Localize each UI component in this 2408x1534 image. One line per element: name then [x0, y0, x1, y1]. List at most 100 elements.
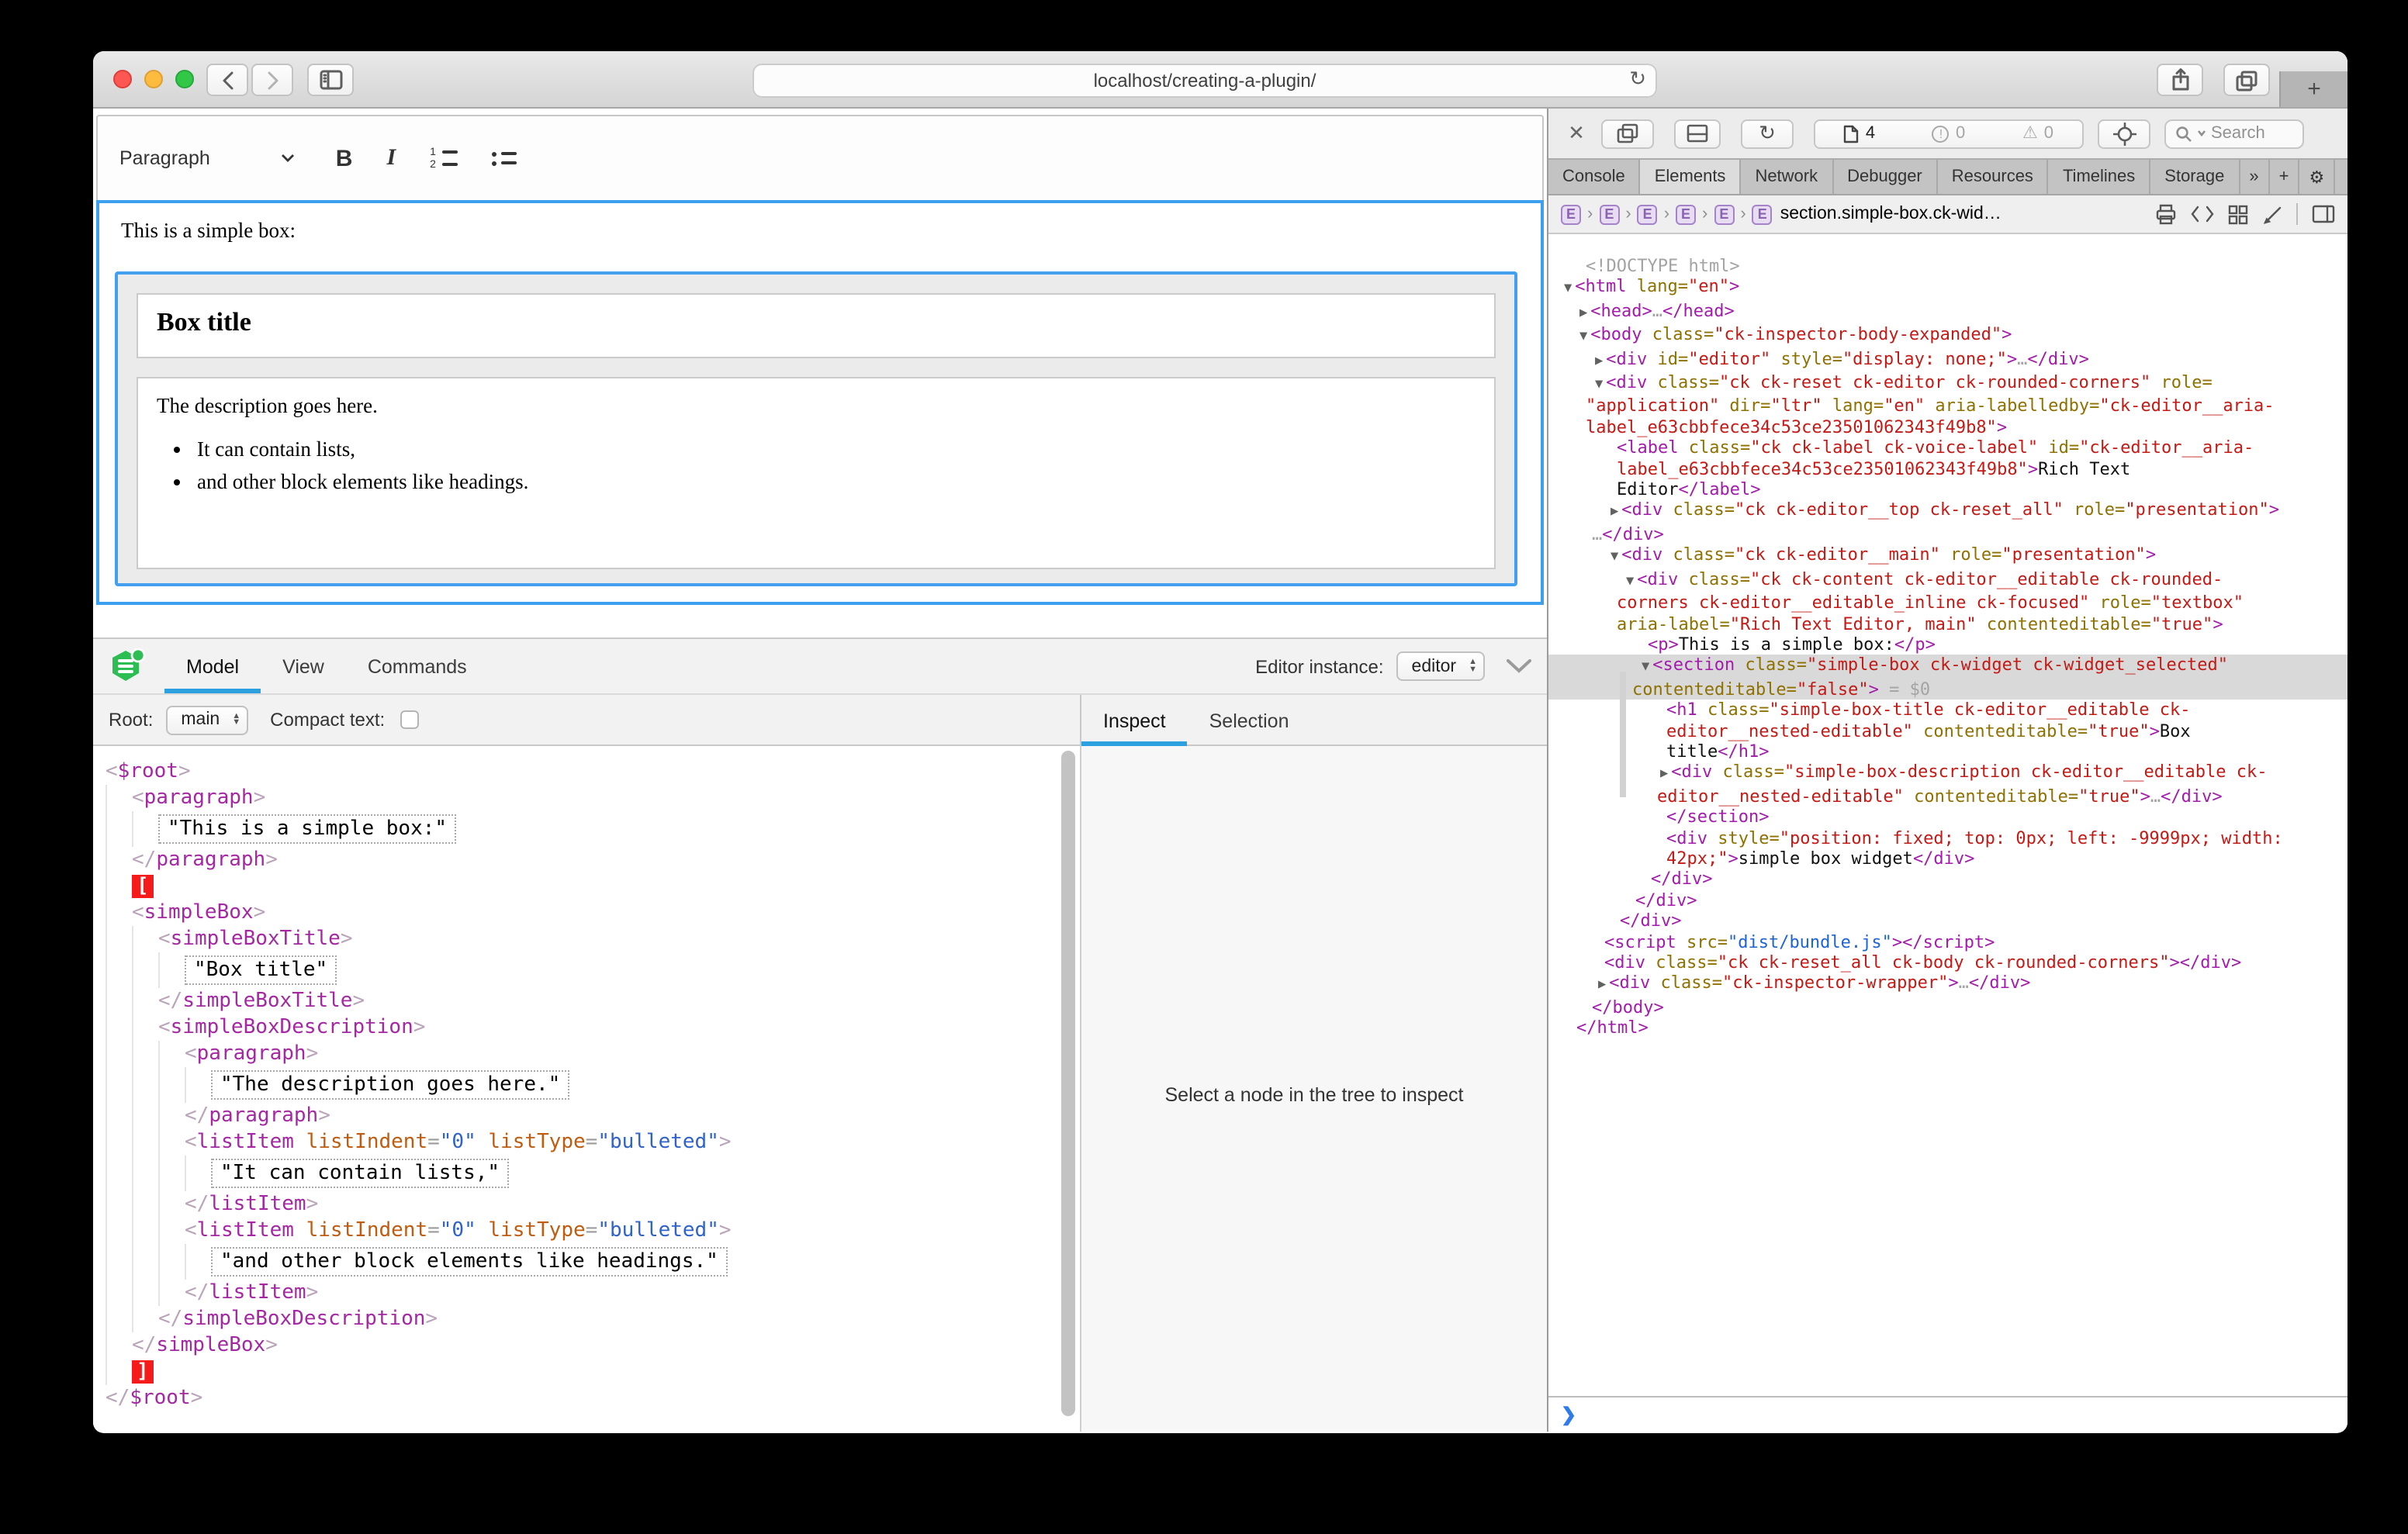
- element-badge[interactable]: E: [1561, 204, 1581, 224]
- inspect-tab-inspect[interactable]: Inspect: [1081, 695, 1188, 746]
- model-tree-line[interactable]: "and other block elements like headings.…: [106, 1244, 1080, 1280]
- details-sidebar-icon[interactable]: [2312, 205, 2335, 223]
- element-badge[interactable]: E: [1599, 204, 1619, 224]
- dom-tree-line[interactable]: editor__nested-editable" contenteditable…: [1548, 720, 2347, 741]
- dom-tree-line[interactable]: <label class="ck ck-label ck-voice-label…: [1548, 438, 2347, 459]
- dom-tree-line[interactable]: <div class="ck ck-reset_all ck-body ck-r…: [1548, 952, 2347, 973]
- model-tree-line[interactable]: </simpleBox>: [106, 1332, 1080, 1359]
- source-code-icon[interactable]: [2191, 205, 2214, 223]
- dom-tree-line[interactable]: </section>: [1548, 807, 2347, 827]
- devtools-reload-button[interactable]: ↻: [1741, 119, 1794, 148]
- model-tree-line[interactable]: [: [106, 873, 1080, 900]
- devtools-tab-elements[interactable]: Elements: [1641, 160, 1742, 194]
- minimize-window-button[interactable]: [144, 70, 163, 88]
- inspector-tab-model[interactable]: Model: [164, 639, 261, 693]
- dom-tree-line[interactable]: ▶<div class="ck ck-editor__top ck-reset_…: [1548, 500, 2347, 524]
- sidebar-toggle-button[interactable]: [307, 64, 354, 96]
- model-tree-line[interactable]: <simpleBox>: [106, 900, 1080, 926]
- editor-instance-select[interactable]: editor ▲▼: [1396, 651, 1485, 681]
- dom-tree-line[interactable]: ▼<body class="ck-inspector-body-expanded…: [1548, 324, 2347, 348]
- devtools-tab-console[interactable]: Console: [1548, 160, 1641, 194]
- element-picker-button[interactable]: [2098, 119, 2150, 148]
- dom-tree-line[interactable]: title</h1>: [1548, 741, 2347, 762]
- paragraph-dropdown[interactable]: Paragraph: [119, 147, 296, 169]
- dom-tree-line[interactable]: ▶<div class="simple-box-description ck-e…: [1548, 762, 2347, 786]
- simple-box-title[interactable]: Box title: [137, 293, 1496, 358]
- address-bar[interactable]: localhost/creating-a-plugin/ ↻: [752, 64, 1657, 98]
- dom-tree-line[interactable]: </div>: [1548, 910, 2347, 931]
- forward-button[interactable]: [251, 64, 293, 96]
- model-tree-line[interactable]: </listItem>: [106, 1191, 1080, 1218]
- devtools-tab-storage[interactable]: Storage: [2150, 160, 2240, 194]
- model-tree-line[interactable]: ]: [106, 1359, 1080, 1385]
- console-prompt[interactable]: ❯: [1548, 1396, 2347, 1432]
- new-tab-button[interactable]: +: [2279, 71, 2347, 107]
- model-tree-line[interactable]: <$root>: [106, 758, 1080, 785]
- dom-tree-line[interactable]: ▶<div class="ck-inspector-wrapper">…</di…: [1548, 973, 2347, 997]
- model-tree-line[interactable]: "This is a simple box:": [106, 811, 1080, 847]
- model-tree-line[interactable]: <paragraph>: [106, 785, 1080, 811]
- devtools-tab-resources[interactable]: Resources: [1938, 160, 2049, 194]
- dom-tree-line[interactable]: ▼<div class="ck ck-content ck-editor__ed…: [1548, 568, 2347, 593]
- model-tree-line[interactable]: <simpleBoxDescription>: [106, 1014, 1080, 1041]
- dom-tree-line[interactable]: editor__nested-editable" contenteditable…: [1548, 786, 2347, 807]
- dom-tree-line[interactable]: ▼<div class="ck ck-editor__main" role="p…: [1548, 545, 2347, 569]
- model-tree-line[interactable]: </simpleBoxTitle>: [106, 988, 1080, 1014]
- devtools-search-field[interactable]: Search: [2164, 119, 2304, 148]
- model-tree-line[interactable]: "The description goes here.": [106, 1067, 1080, 1103]
- grid-overlay-icon[interactable]: [2228, 204, 2248, 224]
- dom-tree-line[interactable]: ▼<div class="ck ck-reset ck-editor ck-ro…: [1548, 372, 2347, 396]
- dom-tree-line[interactable]: ▶<div id="editor" style="display: none;"…: [1548, 348, 2347, 372]
- close-window-button[interactable]: [113, 70, 132, 88]
- model-tree-line[interactable]: "It can contain lists,": [106, 1156, 1080, 1191]
- detach-window-button[interactable]: [1601, 119, 1654, 148]
- inspect-tab-selection[interactable]: Selection: [1188, 695, 1311, 746]
- model-tree-line[interactable]: </paragraph>: [106, 847, 1080, 873]
- dock-bottom-button[interactable]: [1674, 119, 1721, 148]
- dom-tree-line[interactable]: <div style="position: fixed; top: 0px; l…: [1548, 827, 2347, 848]
- root-select[interactable]: main ▲▼: [165, 705, 248, 734]
- dom-tree-line[interactable]: label_e63cbbfece34c53ce23501062343f49b8"…: [1548, 458, 2347, 479]
- dom-tree-line[interactable]: <script src="dist/bundle.js"></script>: [1548, 931, 2347, 952]
- dom-tree-line[interactable]: 42px;">simple box widget</div>: [1548, 848, 2347, 869]
- dom-tree-line-selected[interactable]: ▼<section class="simple-box ck-widget ck…: [1548, 655, 2347, 679]
- dom-tree-line[interactable]: </div>: [1548, 890, 2347, 911]
- italic-button[interactable]: I: [386, 145, 396, 171]
- reload-icon[interactable]: ↻: [1629, 67, 1646, 92]
- resource-badge-button[interactable]: 4 ! 0 ⚠ 0: [1814, 119, 2084, 148]
- inspector-collapse-button[interactable]: [1507, 659, 1531, 673]
- paint-flashing-icon[interactable]: [2262, 204, 2282, 224]
- dom-tree-line[interactable]: <p>This is a simple box:</p>: [1548, 634, 2347, 655]
- bulleted-list-button[interactable]: [492, 151, 517, 165]
- model-tree-line[interactable]: <listItem listIndent="0" listType="bulle…: [106, 1218, 1080, 1244]
- print-styles-icon[interactable]: [2155, 203, 2177, 225]
- model-tree-line[interactable]: <simpleBoxTitle>: [106, 926, 1080, 952]
- simple-box-description[interactable]: The description goes here. It can contai…: [137, 377, 1496, 569]
- simple-box-widget[interactable]: Box title The description goes here. It …: [115, 271, 1517, 586]
- dom-tree-line[interactable]: <h1 class="simple-box-title ck-editor__e…: [1548, 700, 2347, 720]
- devtools-tab-debugger[interactable]: Debugger: [1833, 160, 1938, 194]
- element-badge[interactable]: E: [1752, 204, 1773, 224]
- dom-tree-line[interactable]: corners ck-editor__editable_inline ck-fo…: [1548, 593, 2347, 613]
- inspector-tab-view[interactable]: View: [261, 639, 346, 693]
- devtools-tab-timelines[interactable]: Timelines: [2049, 160, 2150, 194]
- element-badge[interactable]: E: [1638, 204, 1658, 224]
- dom-tree-line-selected[interactable]: contenteditable="false"> = $0: [1548, 679, 2347, 700]
- dom-tree-line[interactable]: aria-label="Rich Text Editor, main" cont…: [1548, 613, 2347, 634]
- devtools-tab-network[interactable]: Network: [1741, 160, 1833, 194]
- dom-tree-line[interactable]: <!DOCTYPE html>: [1548, 256, 2347, 277]
- model-tree-line[interactable]: </simpleBoxDescription>: [106, 1306, 1080, 1332]
- dom-tree-line[interactable]: </html>: [1548, 1017, 2347, 1038]
- devtools-close-button[interactable]: ✕: [1561, 121, 1592, 146]
- dom-tree-line[interactable]: ▶<head>…</head>: [1548, 301, 2347, 325]
- share-button[interactable]: [2157, 64, 2203, 96]
- tab-overview-button[interactable]: [2223, 64, 2270, 96]
- dom-tree-line[interactable]: "application" dir="ltr" lang="en" aria-l…: [1548, 396, 2347, 417]
- dom-tree-line[interactable]: label_e63cbbfece34c53ce23501062343f49b8"…: [1548, 417, 2347, 438]
- element-badge[interactable]: E: [1676, 204, 1696, 224]
- new-tab-button[interactable]: +: [2270, 160, 2300, 194]
- inspector-tab-commands[interactable]: Commands: [346, 639, 489, 693]
- numbered-list-button[interactable]: 1 2: [430, 148, 458, 168]
- zoom-window-button[interactable]: [175, 70, 194, 88]
- compact-text-checkbox[interactable]: [400, 710, 419, 729]
